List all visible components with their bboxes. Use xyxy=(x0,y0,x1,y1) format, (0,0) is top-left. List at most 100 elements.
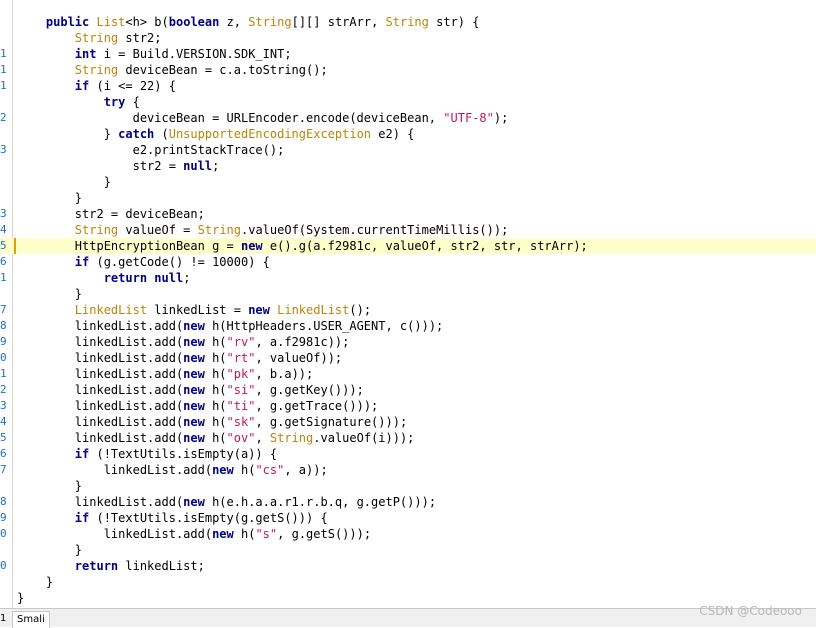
code-line[interactable]: 8 linkedList.add(new h(e.h.a.a.r1.r.b.q,… xyxy=(0,494,816,510)
code-text: int i = Build.VERSION.SDK_INT; xyxy=(74,47,292,61)
code-line[interactable]: public List<h> b(boolean z, String[][] s… xyxy=(0,14,816,30)
line-number: 4 xyxy=(0,415,7,428)
code-line[interactable]: 8 linkedList.add(new h(HttpHeaders.USER_… xyxy=(0,318,816,334)
code-text: linkedList.add(new h(e.h.a.a.r1.r.b.q, g… xyxy=(17,495,437,509)
code-text: HttpEncryptionBean g = new e().g(a.f2981… xyxy=(17,239,588,253)
code-text: String str2; xyxy=(74,31,162,45)
code-line[interactable]: 9 linkedList.add(new h("rv", a.f2981c)); xyxy=(0,334,816,350)
line-number: 1 xyxy=(0,63,7,76)
code-text: } xyxy=(17,191,83,205)
code-line[interactable]: 3 str2 = deviceBean; xyxy=(0,206,816,222)
code-line[interactable]: } catch (UnsupportedEncodingException e2… xyxy=(0,126,816,142)
line-number: 8 xyxy=(0,319,7,332)
line-number: 3 xyxy=(0,143,7,156)
code-line[interactable]: String str2; xyxy=(0,30,816,46)
code-text: return null; xyxy=(103,271,191,285)
line-number: 5 xyxy=(0,431,7,444)
code-line[interactable]: 1 int i = Build.VERSION.SDK_INT; xyxy=(0,46,816,62)
code-line[interactable]: 0 linkedList.add(new h("s", g.getS())); xyxy=(0,526,816,542)
code-text: linkedList.add(new h("sk", g.getSignatur… xyxy=(17,415,408,429)
code-line[interactable]: } xyxy=(0,286,816,302)
code-text: linkedList.add(new h("cs", a)); xyxy=(17,463,328,477)
line-number: 6 xyxy=(0,447,7,460)
code-line[interactable]: 5 HttpEncryptionBean g = new e().g(a.f29… xyxy=(0,238,816,254)
code-line[interactable]: 3 e2.printStackTrace(); xyxy=(0,142,816,158)
line-number: 2 xyxy=(0,111,7,124)
line-number: 1 xyxy=(0,79,7,92)
tab-smali[interactable]: Smali xyxy=(12,611,50,628)
code-text: linkedList.add(new h(HttpHeaders.USER_AG… xyxy=(17,319,444,333)
code-text: if (!TextUtils.isEmpty(a)) { xyxy=(74,447,278,461)
code-text: } xyxy=(17,575,54,589)
line-number: 5 xyxy=(0,239,7,252)
line-number: 0 xyxy=(0,351,7,364)
editor-tab-bar: 1 Smali xyxy=(0,608,816,628)
code-text: if (!TextUtils.isEmpty(g.getS())) { xyxy=(74,511,328,525)
code-line[interactable]: 0 linkedList.add(new h("rt", valueOf)); xyxy=(0,350,816,366)
code-text: linkedList.add(new h("rt", valueOf)); xyxy=(17,351,343,365)
line-number: 9 xyxy=(0,511,7,524)
code-text: linkedList.add(new h("si", g.getKey())); xyxy=(17,383,364,397)
code-line[interactable]: 4 String valueOf = String.valueOf(System… xyxy=(0,222,816,238)
code-text: } xyxy=(17,591,25,605)
code-line[interactable]: 1 linkedList.add(new h("pk", b.a)); xyxy=(0,366,816,382)
code-text: String valueOf = String.valueOf(System.c… xyxy=(74,223,509,237)
code-line[interactable]: try { xyxy=(0,94,816,110)
code-line[interactable]: } xyxy=(0,478,816,494)
code-line[interactable]: 4 linkedList.add(new h("sk", g.getSignat… xyxy=(0,414,816,430)
code-text: linkedList.add(new h("ov", String.valueO… xyxy=(17,431,415,445)
line-number: 2 xyxy=(0,383,7,396)
line-number: 0 xyxy=(0,559,7,572)
code-line[interactable]: 2 deviceBean = URLEncoder.encode(deviceB… xyxy=(0,110,816,126)
code-text: try { xyxy=(103,95,140,109)
code-text: } xyxy=(17,479,83,493)
code-line[interactable]: } xyxy=(0,174,816,190)
line-number: 3 xyxy=(0,207,7,220)
code-line[interactable]: 3 linkedList.add(new h("ti", g.getTrace(… xyxy=(0,398,816,414)
code-text: } xyxy=(17,543,83,557)
line-number: 0 xyxy=(0,527,7,540)
code-text: str2 = null; xyxy=(17,159,220,173)
code-line[interactable]: } xyxy=(0,590,816,606)
code-line[interactable]: 2 linkedList.add(new h("si", g.getKey())… xyxy=(0,382,816,398)
line-number: 7 xyxy=(0,303,7,316)
code-text: LinkedList linkedList = new LinkedList()… xyxy=(74,303,372,317)
code-line[interactable]: 1 return null; xyxy=(0,270,816,286)
code-text: return linkedList; xyxy=(74,559,205,573)
code-text: linkedList.add(new h("s", g.getS())); xyxy=(17,527,372,541)
code-line[interactable]: 1 if (i <= 22) { xyxy=(0,78,816,94)
line-number: 9 xyxy=(0,335,7,348)
code-editor[interactable]: public List<h> b(boolean z, String[][] s… xyxy=(0,0,816,608)
line-number: 1 xyxy=(0,271,7,284)
code-text: } xyxy=(17,287,83,301)
line-number: 6 xyxy=(0,255,7,268)
code-line[interactable]: 5 linkedList.add(new h("ov", String.valu… xyxy=(0,430,816,446)
code-line[interactable]: } xyxy=(0,542,816,558)
line-number: 3 xyxy=(0,399,7,412)
line-number: 8 xyxy=(0,495,7,508)
code-text: str2 = deviceBean; xyxy=(17,207,205,221)
code-text: linkedList.add(new h("ti", g.getTrace())… xyxy=(17,399,379,413)
line-number: 1 xyxy=(0,47,7,60)
code-line[interactable]: 7 LinkedList linkedList = new LinkedList… xyxy=(0,302,816,318)
code-line[interactable]: } xyxy=(0,190,816,206)
line-number: 7 xyxy=(0,463,7,476)
code-line[interactable]: str2 = null; xyxy=(0,158,816,174)
code-text: linkedList.add(new h("pk", b.a)); xyxy=(17,367,314,381)
code-line[interactable]: 0 return linkedList; xyxy=(0,558,816,574)
code-line[interactable]: 6 if (g.getCode() != 10000) { xyxy=(0,254,816,270)
code-text: deviceBean = URLEncoder.encode(deviceBea… xyxy=(17,111,509,125)
code-text: if (g.getCode() != 10000) { xyxy=(74,255,270,269)
code-text: e2.printStackTrace(); xyxy=(17,143,285,157)
tab-fragment[interactable]: 1 xyxy=(0,611,8,627)
code-line[interactable]: 9 if (!TextUtils.isEmpty(g.getS())) { xyxy=(0,510,816,526)
code-text: public List<h> b(boolean z, String[][] s… xyxy=(45,15,480,29)
code-text: String deviceBean = c.a.toString(); xyxy=(74,63,328,77)
code-text: } xyxy=(17,175,111,189)
code-line[interactable]: 1 String deviceBean = c.a.toString(); xyxy=(0,62,816,78)
code-line[interactable]: 6 if (!TextUtils.isEmpty(a)) { xyxy=(0,446,816,462)
watermark: CSDN @Codeooo xyxy=(699,604,802,618)
code-line[interactable]: } xyxy=(0,574,816,590)
code-line[interactable]: 7 linkedList.add(new h("cs", a)); xyxy=(0,462,816,478)
code-lines: public List<h> b(boolean z, String[][] s… xyxy=(0,14,816,606)
